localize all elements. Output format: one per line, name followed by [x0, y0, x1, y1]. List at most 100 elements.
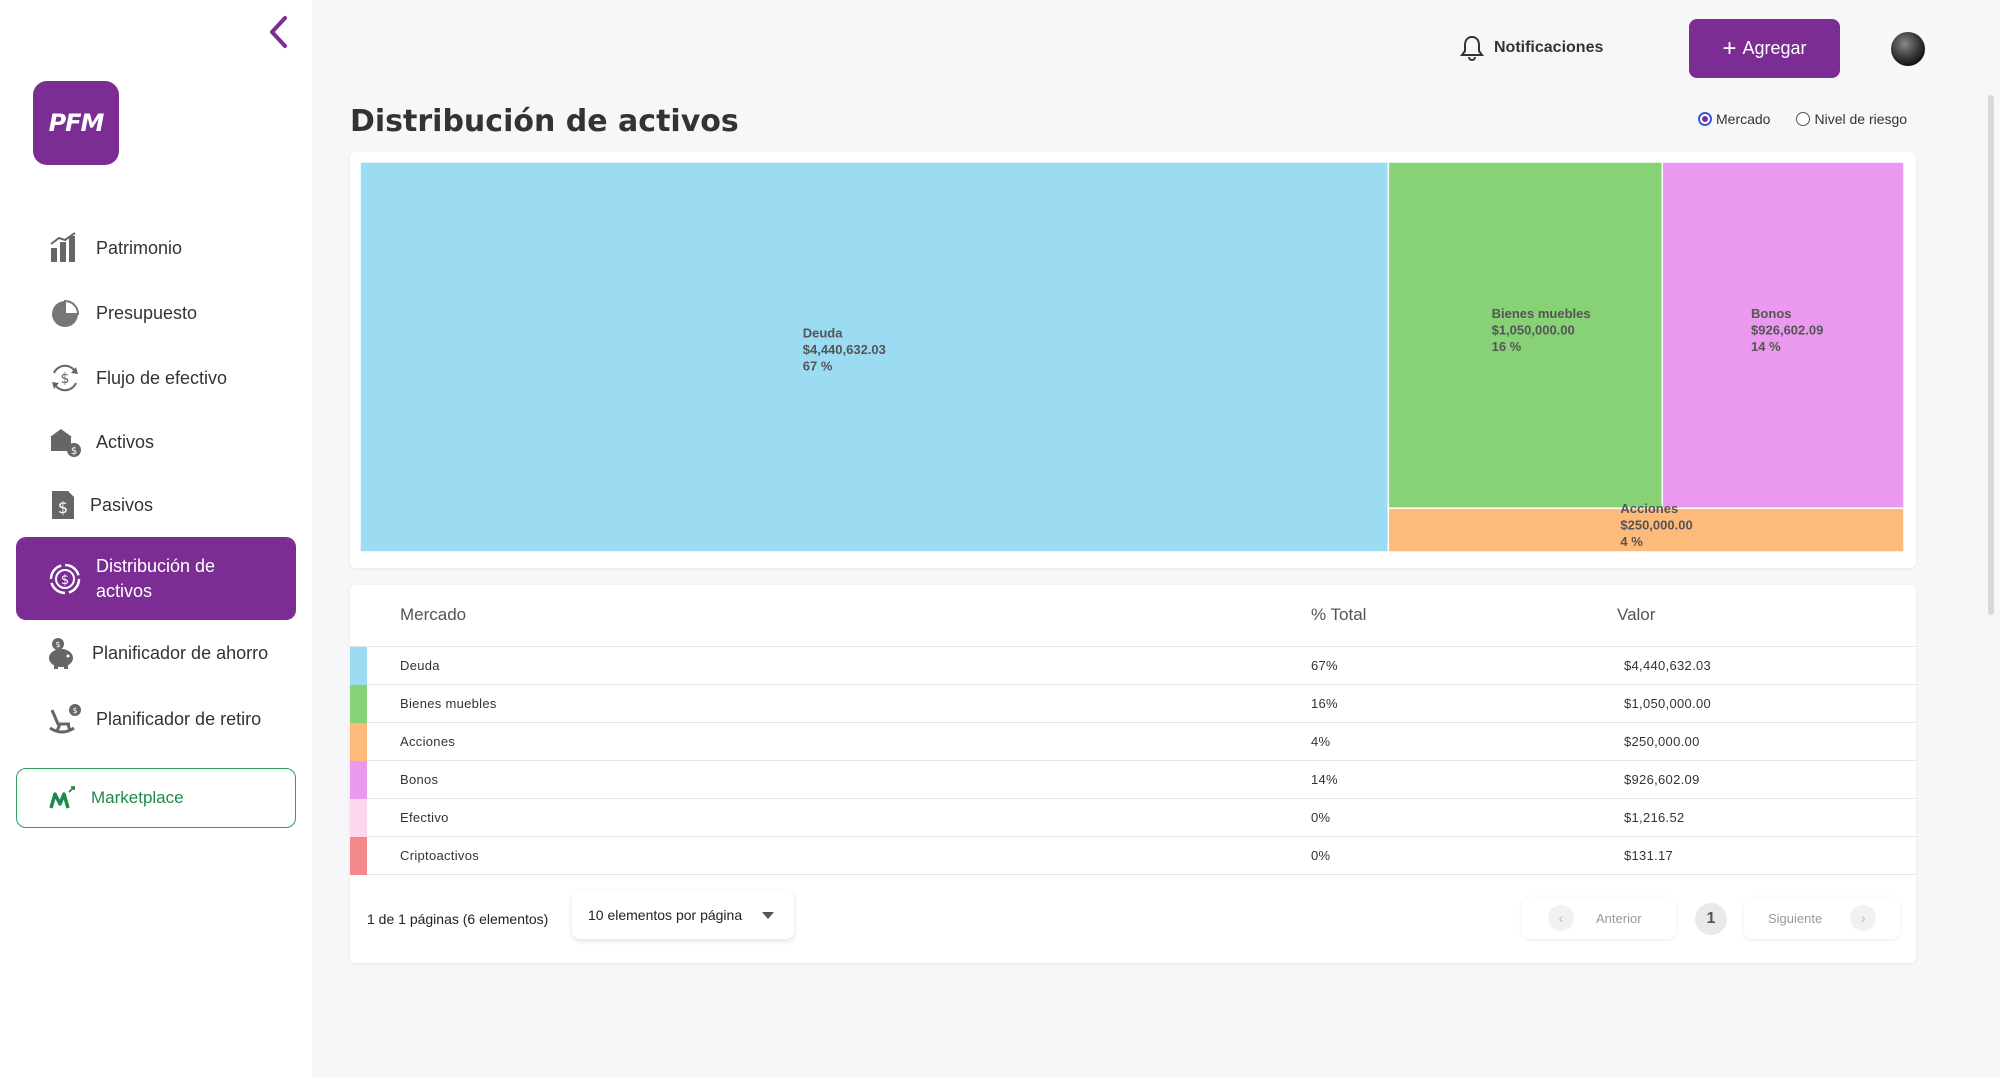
notifications-button[interactable]: Notificaciones: [1458, 34, 1603, 62]
cell-name: Deuda: [400, 658, 440, 673]
cell-percent: 16%: [1311, 696, 1338, 711]
table-row[interactable]: Criptoactivos 0% $131.17: [350, 837, 1916, 875]
cell-value: $1,216.52: [1624, 810, 1685, 825]
cell-percent: 0%: [1311, 848, 1331, 863]
bar-chart-icon: [48, 231, 82, 265]
color-swatch: [350, 685, 367, 723]
color-swatch: [350, 837, 367, 875]
rocking-chair-icon: $: [48, 702, 82, 736]
table-row[interactable]: Bonos 14% $926,602.09: [350, 761, 1916, 799]
marketplace-button[interactable]: Marketplace: [16, 768, 296, 828]
pagination-info: 1 de 1 páginas (6 elementos): [367, 911, 549, 927]
notifications-label: Notificaciones: [1494, 39, 1604, 56]
chevron-right-icon: ›: [1850, 905, 1877, 931]
per-page-label: 10 elementos por página: [588, 907, 743, 923]
radio-dot: [1698, 112, 1712, 126]
sidebar-item-label: Planificador de ahorro: [92, 642, 269, 663]
treemap-label-percent-label: 4 %: [1620, 534, 1643, 549]
assets-icon: $: [48, 425, 82, 459]
collapse-sidebar-button[interactable]: [262, 12, 294, 52]
view-toggle: Mercado Nivel de riesgo: [1698, 111, 1933, 127]
liabilities-icon: $: [46, 488, 80, 522]
treemap-tile-bienes-muebles[interactable]: Bienes muebles$1,050,000.00 16 %: [1387, 162, 1664, 509]
radio-label: Mercado: [1716, 111, 1771, 127]
treemap-label-value-label: $1,050,000.00: [1492, 322, 1575, 337]
sidebar-item-label: Patrimonio: [96, 237, 183, 258]
sidebar: PFM Patrimonio Presupuesto $ Flujo de ef…: [0, 0, 312, 1078]
sidebar-item-label: Pasivos: [90, 494, 154, 515]
add-button-label: Agregar: [1742, 38, 1807, 58]
cell-value: $250,000.00: [1624, 734, 1700, 749]
per-page-select[interactable]: 10 elementos por página: [572, 891, 794, 939]
treemap-tile-bonos[interactable]: Bonos$926,602.09 14 %: [1661, 162, 1904, 509]
previous-label: Anterior: [1596, 910, 1642, 926]
cell-percent: 67%: [1311, 658, 1338, 673]
marketplace-label: Marketplace: [91, 788, 184, 807]
column-header-mercado[interactable]: Mercado: [400, 605, 466, 625]
svg-text:$: $: [61, 573, 69, 588]
sidebar-item-flujo[interactable]: $ Flujo de efectivo: [16, 358, 296, 398]
svg-text:$: $: [71, 446, 77, 457]
treemap-chart: Deuda$4,440,632.03 67 % Bienes muebles$1,0…: [360, 162, 1904, 552]
cell-value: $1,050,000.00: [1624, 696, 1712, 711]
svg-text:$: $: [55, 640, 60, 649]
cell-percent: 0%: [1311, 810, 1331, 825]
chevron-left-icon: [270, 16, 287, 48]
sidebar-item-patrimonio[interactable]: Patrimonio: [16, 228, 296, 268]
sidebar-item-retiro[interactable]: $ Planificador de retiro: [16, 699, 296, 739]
sidebar-item-activos[interactable]: $ Activos: [16, 422, 296, 462]
distribution-table: Mercado % Total Valor Deuda 67% $4,440,632…: [350, 585, 1916, 963]
svg-text:$: $: [58, 498, 68, 517]
treemap-tile-deuda[interactable]: Deuda$4,440,632.03 67 %: [360, 162, 1390, 552]
sidebar-item-label: Activos: [96, 431, 155, 452]
treemap-label-name: Bienes muebles: [1492, 306, 1591, 321]
pie-chart-icon: [48, 296, 82, 330]
sidebar-item-label: Planificador de retiro: [96, 708, 262, 729]
radio-nivel-de-riesgo[interactable]: Nivel de riesgo: [1796, 111, 1907, 127]
treemap-label-percent-label: 67 %: [803, 359, 833, 374]
treemap-tile-acciones[interactable]: Acciones $250,000.004 %: [1387, 501, 1904, 552]
color-swatch: [350, 799, 367, 837]
cell-value: $131.17: [1624, 848, 1674, 863]
color-swatch: [350, 723, 367, 761]
sidebar-item-label: Flujo de efectivo: [96, 367, 228, 388]
cell-name: Efectivo: [400, 810, 449, 825]
svg-text:$: $: [61, 371, 70, 387]
avatar[interactable]: [1891, 32, 1925, 66]
cash-flow-icon: $: [48, 361, 82, 395]
cell-name: Criptoactivos: [400, 848, 480, 863]
chevron-down-icon: [762, 912, 774, 919]
table-row[interactable]: Deuda 67% $4,440,632.03: [350, 647, 1916, 685]
add-button[interactable]: + Agregar: [1689, 19, 1840, 78]
cell-percent: 14%: [1311, 772, 1338, 787]
scrollbar[interactable]: [1988, 95, 1994, 615]
next-page-button[interactable]: Siguiente ›: [1744, 897, 1900, 939]
sidebar-item-presupuesto[interactable]: Presupuesto: [16, 293, 296, 333]
treemap-label-percent-label: 16 %: [1492, 339, 1522, 354]
table-header: Mercado % Total Valor: [350, 585, 1916, 647]
color-swatch: [350, 761, 367, 799]
treemap-label-name: Deuda: [803, 326, 844, 341]
column-header-percent[interactable]: % Total: [1311, 605, 1366, 625]
previous-page-button[interactable]: ‹ Anterior: [1522, 897, 1676, 939]
cell-name: Acciones: [400, 734, 456, 749]
svg-text:$: $: [72, 706, 77, 715]
page-title: Distribución de activos: [350, 104, 739, 139]
table-row[interactable]: Bienes muebles 16% $1,050,000.00: [350, 685, 1916, 723]
page-number[interactable]: 1: [1695, 903, 1727, 935]
sidebar-item-pasivos[interactable]: $ Pasivos: [16, 485, 296, 525]
plus-icon: +: [1722, 34, 1737, 62]
app-logo[interactable]: PFM: [33, 81, 119, 165]
column-header-valor[interactable]: Valor: [1617, 605, 1655, 625]
sidebar-item-ahorro[interactable]: $ Planificador de ahorro: [16, 633, 296, 673]
cell-percent: 4%: [1311, 734, 1331, 749]
bell-icon: [1458, 34, 1486, 62]
radio-mercado[interactable]: Mercado: [1698, 111, 1770, 127]
sidebar-item-distribucion[interactable]: $ Distribución de activos: [16, 537, 296, 620]
table-row[interactable]: Efectivo 0% $1,216.52: [350, 799, 1916, 837]
radio-dot: [1796, 112, 1811, 126]
table-row[interactable]: Acciones 4% $250,000.00: [350, 723, 1916, 761]
treemap-label-value-label: $250,000.00: [1620, 518, 1692, 533]
next-label: Siguiente: [1768, 910, 1823, 926]
piggy-bank-icon: $: [46, 636, 80, 670]
